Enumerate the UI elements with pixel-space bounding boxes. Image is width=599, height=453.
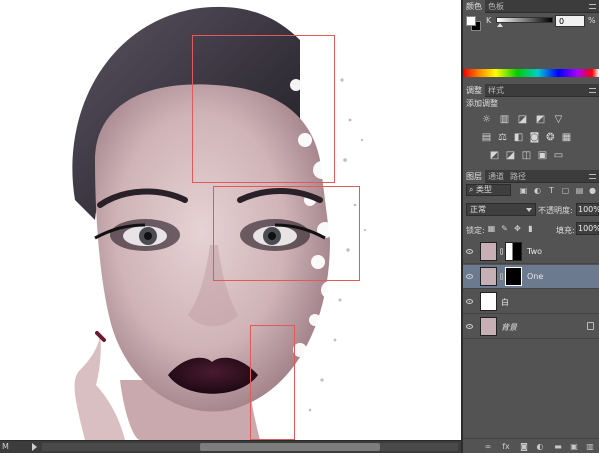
layer-mask-thumbnail[interactable]: [505, 267, 522, 286]
type-filter-icon[interactable]: T: [547, 186, 556, 195]
status-menu-arrow-icon[interactable]: [32, 443, 37, 451]
mask-link-icon[interactable]: [500, 248, 503, 255]
visibility-eye-icon[interactable]: [466, 249, 473, 254]
mask-icon[interactable]: ◙: [519, 442, 529, 451]
slider-thumb-icon[interactable]: [497, 23, 503, 27]
panel-menu-icon[interactable]: [589, 4, 596, 9]
layer-filter-select[interactable]: ⌕ 类型: [466, 184, 511, 196]
layer-row-white[interactable]: 白: [463, 290, 599, 314]
opacity-label: 不透明度:: [538, 206, 573, 215]
lock-transparent-icon[interactable]: ▦: [487, 224, 496, 233]
gradient-map-icon[interactable]: ▭: [553, 150, 564, 161]
vibrance-icon[interactable]: ▽: [553, 114, 564, 125]
channel-slider[interactable]: [496, 17, 553, 23]
photo-filter-icon[interactable]: ◙: [529, 132, 540, 143]
layer-row-background[interactable]: 背景: [463, 315, 599, 339]
smart-object-filter-icon[interactable]: ▤: [575, 186, 584, 195]
panel-menu-icon[interactable]: [589, 88, 596, 93]
layer-thumbnail: [480, 267, 497, 286]
selection-box-bottom: [250, 325, 295, 440]
curves-icon[interactable]: ◪: [517, 114, 528, 125]
zoom-readout: M: [2, 442, 9, 451]
new-layer-icon[interactable]: ▣: [569, 442, 579, 451]
tab-color[interactable]: 颜色: [463, 0, 485, 13]
folder-icon[interactable]: ▬: [553, 442, 563, 451]
tab-swatches[interactable]: 色板: [485, 0, 507, 13]
chevron-down-icon: [526, 208, 532, 212]
fx-icon[interactable]: fx: [501, 442, 511, 451]
channel-mixer-icon[interactable]: ❂: [545, 132, 556, 143]
selection-box-top: [192, 35, 335, 183]
layers-panel-tabs: 图层 通道 路径: [463, 170, 599, 183]
adjustment-icon[interactable]: ◐: [535, 442, 545, 451]
adjustments-panel-tabs: 调整 样式: [463, 84, 599, 97]
link-icon[interactable]: ∞: [483, 442, 493, 451]
color-panel-tabs: 颜色 色板: [463, 0, 599, 13]
lock-image-icon[interactable]: ✎: [500, 224, 509, 233]
horizontal-scrollbar[interactable]: [42, 443, 458, 451]
exposure-icon[interactable]: ◩: [535, 114, 546, 125]
layer-thumbnail: [480, 242, 497, 261]
tab-adjustments[interactable]: 调整: [463, 84, 485, 97]
layer-mask-thumbnail[interactable]: [505, 242, 522, 261]
lock-label: 锁定:: [466, 226, 485, 235]
lock-icon: [587, 322, 594, 330]
adjustment-filter-icon[interactable]: ◐: [533, 186, 542, 195]
scrollbar-thumb[interactable]: [200, 443, 380, 451]
tab-layers[interactable]: 图层: [463, 170, 485, 183]
document-canvas[interactable]: [0, 0, 461, 440]
mask-link-icon[interactable]: [500, 273, 503, 280]
tab-channels[interactable]: 通道: [485, 170, 507, 183]
pixel-filter-icon[interactable]: ▣: [519, 186, 528, 195]
visibility-eye-icon[interactable]: [466, 274, 473, 279]
posterize-icon[interactable]: ◪: [505, 150, 516, 161]
fill-label: 填充:: [556, 226, 575, 235]
visibility-eye-icon[interactable]: [466, 299, 473, 304]
fill-field[interactable]: 100%: [576, 222, 599, 235]
tab-paths[interactable]: 路径: [507, 170, 529, 183]
layer-row-two[interactable]: Two: [463, 240, 599, 264]
layer-name[interactable]: 白: [501, 297, 509, 308]
layers-panel-footer: ∞ fx ◙ ◐ ▬ ▣ ▥: [463, 438, 599, 453]
invert-icon[interactable]: ◩: [489, 150, 500, 161]
lock-all-icon[interactable]: ▮: [526, 224, 535, 233]
color-lookup-icon[interactable]: ▦: [561, 132, 572, 143]
threshold-icon[interactable]: ◫: [521, 150, 532, 161]
color-spectrum-bar[interactable]: [463, 69, 599, 77]
layer-row-one[interactable]: One: [463, 265, 599, 289]
hue-saturation-icon[interactable]: ▤: [481, 132, 492, 143]
layer-thumbnail: [480, 292, 497, 311]
foreground-color-swatch[interactable]: [466, 16, 476, 26]
layer-name[interactable]: Two: [527, 247, 542, 256]
layer-thumbnail: [480, 317, 497, 336]
lock-position-icon[interactable]: ✥: [513, 224, 522, 233]
layer-name[interactable]: 背景: [501, 322, 517, 333]
status-bar: M: [0, 440, 461, 453]
filter-toggle-icon[interactable]: ●: [588, 186, 597, 195]
visibility-eye-icon[interactable]: [466, 324, 473, 329]
opacity-field[interactable]: 100%: [576, 203, 599, 216]
adjustments-title: 添加调整: [466, 99, 498, 108]
selection-box-middle: [213, 186, 360, 281]
black-white-icon[interactable]: ◧: [513, 132, 524, 143]
channel-label: K: [486, 16, 492, 25]
panel-dock: 颜色 色板 K 0 % 调整 样式 添加调整 ☼ ▥ ◪ ◩ ▽ ▤ ⚖ ◧ ◙…: [463, 0, 599, 453]
brightness-icon[interactable]: ☼: [481, 114, 492, 125]
selective-color-icon[interactable]: ▣: [537, 150, 548, 161]
blend-mode-value: 正常: [470, 205, 486, 214]
channel-unit: %: [588, 16, 596, 25]
blend-mode-select[interactable]: 正常: [466, 203, 536, 216]
layer-name[interactable]: One: [527, 272, 543, 281]
shape-filter-icon[interactable]: ▢: [561, 186, 570, 195]
trash-icon[interactable]: ▥: [585, 442, 595, 451]
filter-kind-label: 类型: [476, 185, 493, 194]
channel-value-field[interactable]: 0: [555, 15, 585, 27]
tab-styles[interactable]: 样式: [485, 84, 507, 97]
color-balance-icon[interactable]: ⚖: [497, 132, 508, 143]
panel-menu-icon[interactable]: [589, 174, 596, 179]
levels-icon[interactable]: ▥: [499, 114, 510, 125]
